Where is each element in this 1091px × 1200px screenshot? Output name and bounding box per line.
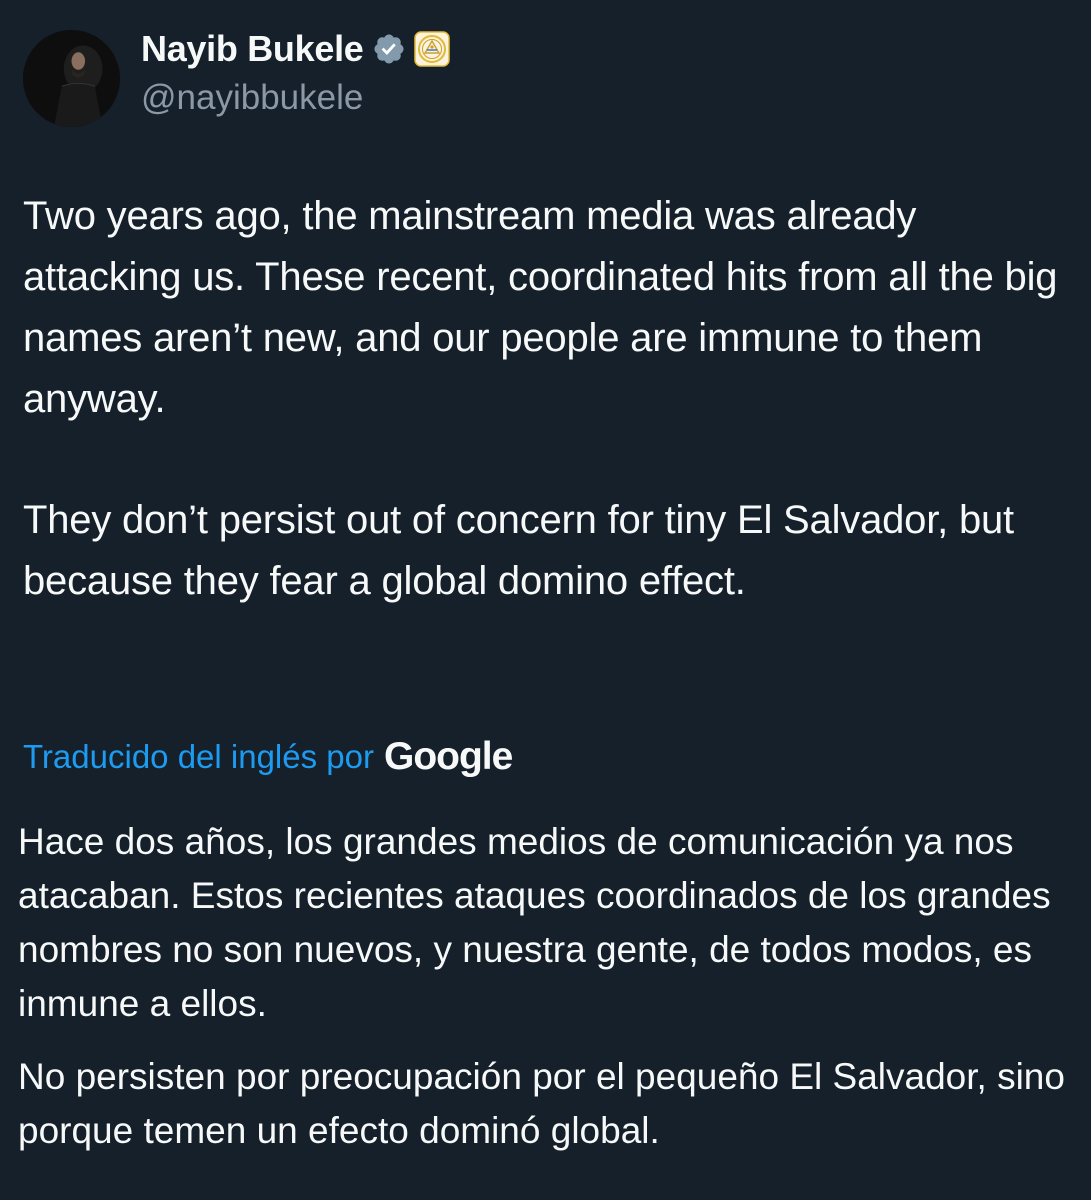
avatar[interactable] xyxy=(23,30,120,127)
tweet-text-paragraph-2: They don’t persist out of concern for ti… xyxy=(23,498,1014,603)
translated-text-paragraph-2: No persisten por preocupación por el peq… xyxy=(18,1056,1065,1151)
verified-badge-icon[interactable] xyxy=(372,32,406,66)
avatar-photo xyxy=(23,30,120,127)
author-name-row: Nayib Bukele xyxy=(141,26,450,72)
translation-attribution: Traducido del inglés por Google xyxy=(23,729,513,785)
author-handle[interactable]: @nayibbukele xyxy=(141,78,363,118)
google-logo: Google xyxy=(383,735,513,778)
translated-text-paragraph-1: Hace dos años, los grandes medios de com… xyxy=(18,821,1051,1024)
author-display-name[interactable]: Nayib Bukele xyxy=(141,28,364,70)
tweet-text-paragraph-1: Two years ago, the mainstream media was … xyxy=(23,194,1058,421)
translated-by-link[interactable]: Traducido del inglés por xyxy=(23,738,374,776)
government-seal-icon[interactable] xyxy=(413,31,450,67)
